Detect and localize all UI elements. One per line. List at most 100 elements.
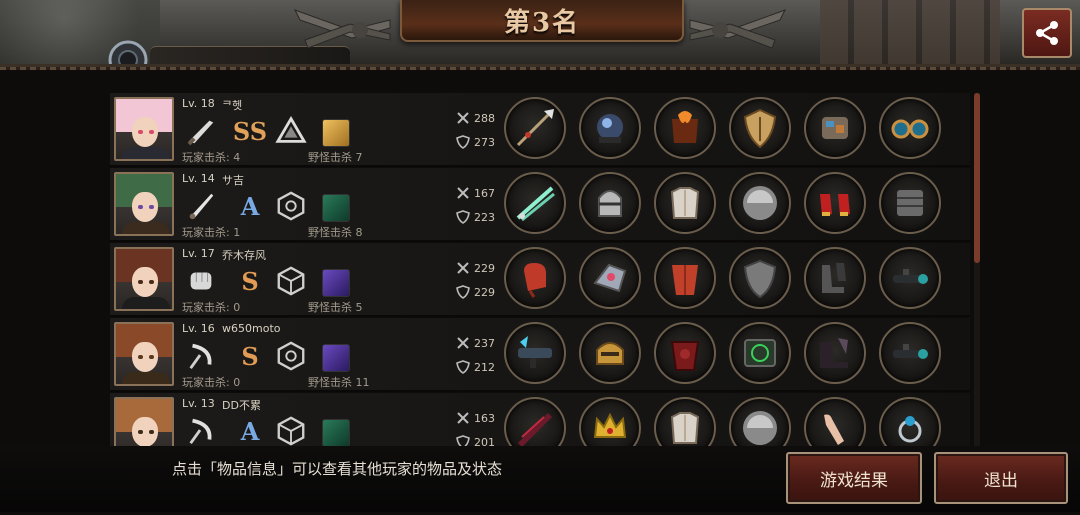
spear-icon: [516, 109, 554, 147]
item-slot[interactable]: [879, 322, 941, 384]
item-slot[interactable]: [579, 397, 641, 449]
fire-armor-icon: [672, 111, 698, 143]
attack-value: 163: [474, 411, 495, 425]
item-slot[interactable]: [879, 247, 941, 309]
leg-icon: [824, 414, 844, 445]
attack-stat: 237: [456, 336, 495, 350]
dark-boots-icon: [820, 338, 848, 368]
goggles-icon: [891, 119, 929, 139]
crossed-swords-icon: [457, 187, 469, 199]
item-slot[interactable]: [579, 322, 641, 384]
brass-helmet-icon: [596, 342, 624, 365]
item-slot[interactable]: [729, 247, 791, 309]
player-row[interactable]: Lv. 13 DD不累 A 玩家击杀: 0 野怪击杀 0 163 201: [110, 393, 970, 449]
player-avatar[interactable]: [114, 397, 174, 449]
player-row[interactable]: Lv. 14 サ吉 A 玩家击杀: 1 野怪击杀 8 167 223: [110, 168, 970, 242]
player-list[interactable]: Lv. 18 ᄏ헷 SS 玩家击杀: 4 野怪击杀 7 288 273 Lv. …: [110, 93, 970, 449]
item-slot[interactable]: [879, 397, 941, 449]
metal-plate-icon: [743, 186, 777, 220]
player-row[interactable]: Lv. 17 乔木存风 S 玩家击杀: 0 野怪击杀 5 229 229: [110, 243, 970, 317]
defense-value: 229: [474, 285, 495, 299]
avatar-eye: [149, 130, 154, 134]
avatar-face: [132, 417, 158, 447]
fist-icon: [190, 272, 212, 290]
avatar-eye: [138, 205, 143, 209]
shield-icon: [456, 360, 470, 374]
item-slot[interactable]: [579, 172, 641, 234]
item-slot[interactable]: [804, 247, 866, 309]
player-row[interactable]: Lv. 18 ᄏ헷 SS 玩家击杀: 4 野怪击杀 7 288 273: [110, 93, 970, 167]
red-heels-icon: [820, 194, 850, 216]
exit-button[interactable]: 退出: [934, 452, 1068, 504]
item-slot[interactable]: [879, 172, 941, 234]
item-slot[interactable]: [579, 247, 641, 309]
avatar-face: [132, 267, 158, 297]
item-slot[interactable]: [504, 322, 566, 384]
blade-icon: [189, 193, 214, 220]
triangle-emblem-icon: [275, 115, 307, 143]
game-result-button[interactable]: 游戏结果: [786, 452, 922, 504]
avatar-eye: [149, 280, 154, 284]
defense-stat: 229: [456, 285, 495, 299]
crimson-armor-icon: [670, 341, 700, 371]
green-cube-icon: [322, 194, 350, 222]
shield-icon: [456, 135, 470, 149]
cube-emblem-icon: [277, 416, 305, 446]
avatar-body: [122, 222, 170, 234]
metal-plate-icon: [743, 411, 777, 445]
sickle-icon: [189, 343, 212, 370]
item-slot[interactable]: [654, 97, 716, 159]
avatar-body: [122, 372, 170, 384]
item-slot[interactable]: [579, 97, 641, 159]
energy-sword-icon: [516, 186, 555, 222]
player-row[interactable]: Lv. 16 w650moto S 玩家击杀: 0 野怪击杀 11 237 21…: [110, 318, 970, 392]
item-slot[interactable]: [729, 97, 791, 159]
player-level: Lv. 13: [182, 397, 215, 410]
green-radar-icon: [744, 339, 776, 367]
scrollbar-thumb[interactable]: [974, 93, 980, 263]
avatar-body: [122, 147, 170, 159]
knight-helmet-icon: [598, 190, 622, 217]
attack-value: 167: [474, 186, 495, 200]
item-slot[interactable]: [804, 97, 866, 159]
player-kills: 玩家击杀: 0: [182, 376, 241, 389]
item-slot[interactable]: [654, 247, 716, 309]
white-armor-icon: [670, 187, 700, 219]
item-slot[interactable]: [654, 172, 716, 234]
player-avatar[interactable]: [114, 97, 174, 161]
attack-value: 288: [474, 111, 495, 125]
hexagon-emblem-icon: [277, 191, 305, 221]
attack-stat: 167: [456, 186, 495, 200]
player-avatar[interactable]: [114, 247, 174, 311]
item-slot[interactable]: [804, 172, 866, 234]
scope-icon: [893, 269, 928, 284]
item-slot[interactable]: [729, 322, 791, 384]
share-button[interactable]: [1022, 8, 1072, 58]
rank-grade: SS: [232, 116, 268, 146]
crimson-blade-icon: [518, 413, 552, 447]
title-banner: 第3名: [290, 0, 790, 64]
monster-kills: 野怪击杀 5: [308, 301, 363, 314]
monster-kills: 野怪击杀 7: [308, 151, 363, 164]
item-slot[interactable]: [729, 172, 791, 234]
player-level: Lv. 18: [182, 97, 215, 110]
attack-stat: 229: [456, 261, 495, 275]
item-slot[interactable]: [804, 397, 866, 449]
item-slot[interactable]: [729, 397, 791, 449]
crossed-swords-icon: [457, 262, 469, 274]
player-level: Lv. 14: [182, 172, 215, 185]
rank-grade: A: [240, 191, 260, 221]
item-slot[interactable]: [654, 397, 716, 449]
player-name: DD不累: [222, 399, 261, 412]
item-slot[interactable]: [879, 97, 941, 159]
player-avatar[interactable]: [114, 172, 174, 236]
item-slot[interactable]: [504, 397, 566, 449]
item-slot[interactable]: [654, 322, 716, 384]
item-slot[interactable]: [504, 97, 566, 159]
item-slot[interactable]: [504, 172, 566, 234]
shield-icon: [456, 285, 470, 299]
item-slot[interactable]: [504, 247, 566, 309]
player-avatar[interactable]: [114, 322, 174, 386]
knife-icon: [187, 120, 214, 146]
item-slot[interactable]: [804, 322, 866, 384]
